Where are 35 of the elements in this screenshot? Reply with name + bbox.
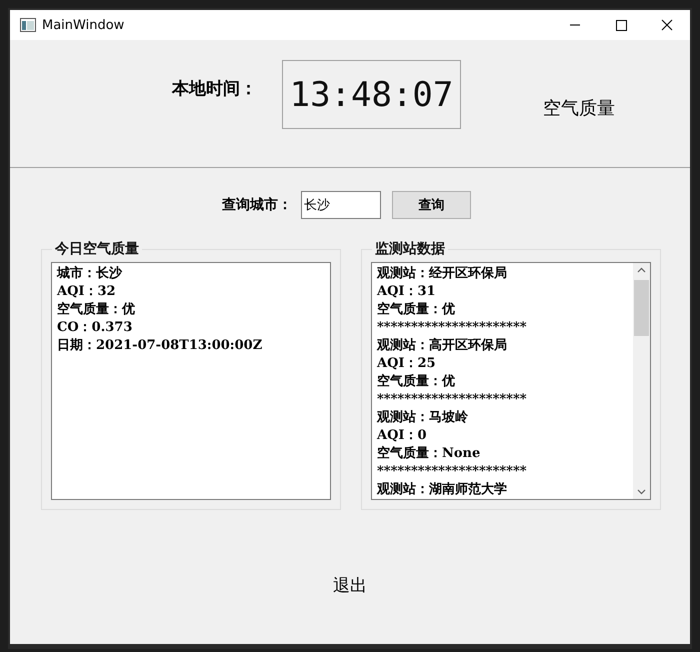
window-icon — [20, 18, 36, 32]
text-line: AQI：32 — [57, 283, 116, 301]
text-line: 观测站：湖南师范大学 — [377, 481, 507, 499]
text-line: 观测站：经开区环保局 — [377, 265, 507, 283]
text-line: ********************** — [377, 463, 527, 481]
clock-display: 13:48:07 — [282, 60, 461, 129]
text-line: 空气质量：None — [377, 445, 480, 463]
text-line: 观测站：高开区环保局 — [377, 337, 507, 355]
scrollbar[interactable] — [633, 263, 650, 499]
exit-button[interactable]: 退出 — [327, 572, 373, 599]
query-button[interactable]: 查询 — [392, 191, 471, 219]
text-line: 空气质量：优 — [57, 301, 135, 319]
query-label: 查询城市： — [222, 196, 292, 214]
city-input[interactable]: 长沙 — [301, 191, 381, 219]
text-line: ********************** — [377, 391, 527, 409]
text-line: ********************** — [377, 319, 527, 337]
group-title: 今日空气质量 — [52, 240, 142, 258]
text-line: 空气质量：优 — [377, 373, 455, 391]
text-line: AQI：31 — [377, 283, 436, 301]
window-title: MainWindow — [42, 18, 124, 32]
text-line: 观测站：马坡岭 — [377, 409, 468, 427]
text-area[interactable]: 观测站：经开区环保局 AQI：31 空气质量：优 ********************** 观测站：高开区环保局 AQI：25 空气质量：优 ********************** 观测站：马坡岭 AQI：0 空气质量：None ********************** 观测站：湖南师范大学 — [371, 262, 651, 500]
scroll-up-icon[interactable] — [637, 266, 646, 275]
text-line: AQI：0 — [377, 427, 427, 445]
text-line: 日期：2021-07-08T13:00:00Z — [57, 337, 262, 355]
text-line: 空气质量：优 — [377, 301, 455, 319]
text-line: 城市：长沙 — [57, 265, 122, 283]
heading: 空气质量 — [543, 97, 615, 120]
group-title: 监测站数据 — [372, 240, 448, 258]
scroll-down-icon[interactable] — [637, 487, 646, 496]
scrollbar-thumb[interactable] — [634, 280, 649, 336]
text-area[interactable]: 城市：长沙 AQI：32 空气质量：优 CO：0.373 日期：2021-07-08T13:00:00Z — [51, 262, 331, 500]
clock-label: 本地时间： — [172, 78, 257, 100]
text-line: AQI：25 — [377, 355, 436, 373]
text-line: CO：0.373 — [57, 319, 132, 337]
